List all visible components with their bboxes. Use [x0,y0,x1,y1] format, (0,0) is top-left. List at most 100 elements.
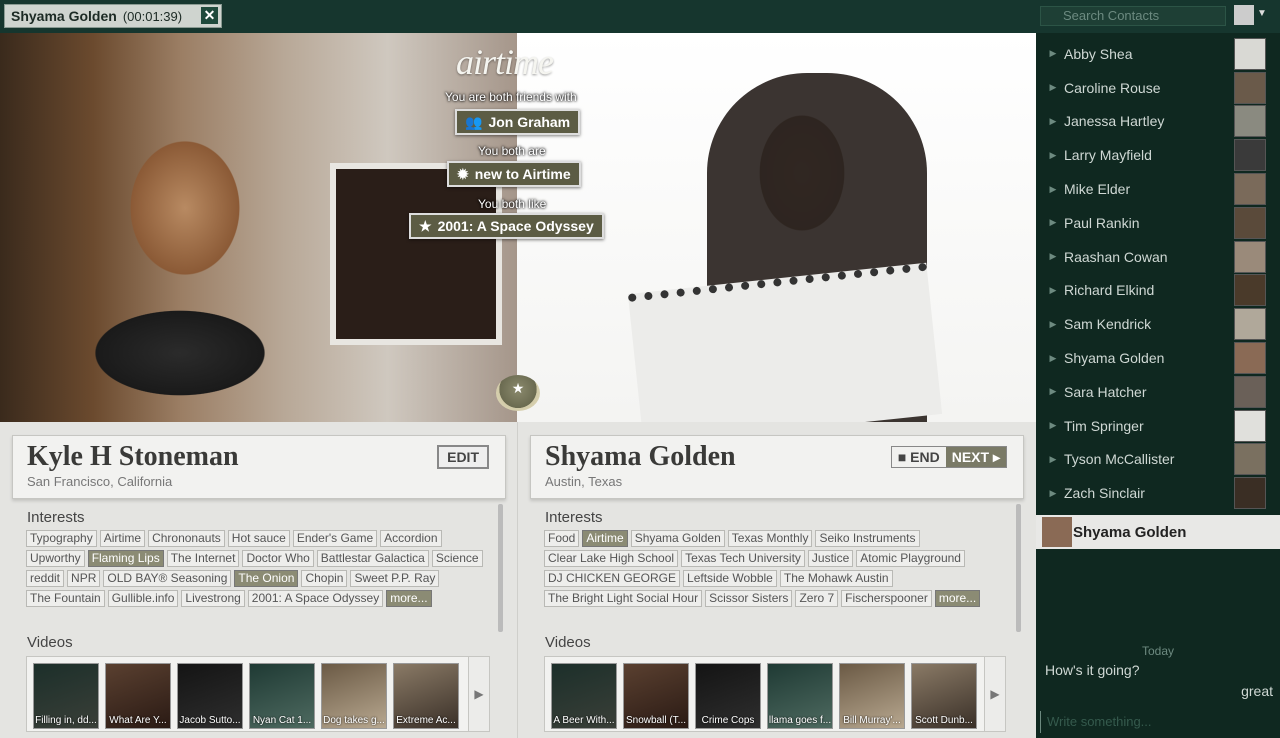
video-thumbnail[interactable]: Dog takes g... [321,663,387,729]
interest-tag[interactable]: Accordion [380,530,442,547]
interest-tag[interactable]: Hot sauce [227,530,290,547]
common-chip-friend[interactable]: 👥 Jon Graham [455,109,581,135]
interest-tag[interactable]: Typography [26,530,97,547]
play-icon[interactable]: ▶ [1042,386,1064,397]
interest-tag[interactable]: Sweet P.P. Ray [350,570,440,587]
contact-name: Raashan Cowan [1064,248,1168,265]
interest-tag[interactable]: Ender's Game [292,530,378,547]
video-thumbnail[interactable]: Bill Murray'... [839,663,905,729]
interest-tag[interactable]: Zero 7 [795,590,839,607]
contact-item[interactable]: ▶ Caroline Rouse [1036,71,1272,105]
next-button[interactable]: NEXT ▸ [945,447,1006,467]
interest-tag[interactable]: The Mohawk Austin [779,570,893,587]
interest-tag[interactable]: Science [431,550,483,567]
video-thumbnail[interactable]: llama goes f... [767,663,833,729]
interest-tag[interactable]: DJ CHICKEN GEORGE [544,570,681,587]
interest-tag[interactable]: reddit [26,570,65,587]
contact-item[interactable]: ▶ Larry Mayfield [1036,138,1272,172]
interest-tag[interactable]: OLD BAY® Seasoning [103,570,232,587]
contact-item[interactable]: ▶ Raashan Cowan [1036,240,1272,274]
play-icon[interactable]: ▶ [1042,420,1064,431]
interest-tag[interactable]: Gullible.info [107,590,179,607]
interest-tag[interactable]: Battlestar Galactica [316,550,429,567]
edit-button[interactable]: EDIT [437,445,489,469]
interest-tag[interactable]: Fischerspooner [841,590,932,607]
video-thumbnail[interactable]: Scott Dunb... [911,663,977,729]
common-chip-like[interactable]: ★ 2001: A Space Odyssey [409,213,604,239]
contact-item[interactable]: ▶ Sam Kendrick [1036,307,1272,341]
contact-item[interactable]: ▶ Mike Elder [1036,172,1272,206]
play-icon[interactable]: ▶ [1042,116,1064,127]
contact-item[interactable]: ▶ Shyama Golden [1036,341,1272,375]
interest-tag[interactable]: The Internet [166,550,240,567]
interest-tag[interactable]: Seiko Instruments [815,530,920,547]
common-chip-new[interactable]: ✹ new to Airtime [447,161,581,187]
interest-tag[interactable]: 2001: A Space Odyssey [247,590,384,607]
play-icon[interactable]: ▶ [1042,150,1064,161]
common-caption-3: You both like [478,197,547,211]
interest-tag[interactable]: Upworthy [26,550,85,567]
play-icon[interactable]: ▶ [1042,82,1064,93]
interest-tag[interactable]: NPR [67,570,101,587]
contact-item[interactable]: ▶ Paul Rankin [1036,206,1272,240]
interest-tag[interactable]: Airtime [582,530,628,547]
scrollbar[interactable] [1016,504,1021,632]
chat-input[interactable]: Write something... [1040,711,1280,733]
play-icon[interactable]: ▶ [1042,184,1064,195]
interest-tag[interactable]: Clear Lake High School [544,550,679,567]
next-arrow-icon[interactable]: ▶ [984,657,1005,731]
contact-item[interactable]: ▶ Tyson McCallister [1036,443,1272,477]
interest-tag[interactable]: Justice [807,550,854,567]
contact-item[interactable]: ▶ Richard Elkind [1036,274,1272,308]
video-thumbnail[interactable]: Nyan Cat 1... [249,663,315,729]
interest-tag[interactable]: Texas Tech University [681,550,805,567]
end-button[interactable]: ■ END [891,447,946,467]
video-thumbnail[interactable]: Extreme Ac... [393,663,459,729]
play-icon[interactable]: ▶ [1042,353,1064,364]
contact-item[interactable]: ▶ Zach Sinclair [1036,476,1272,510]
contact-name: Zach Sinclair [1064,485,1145,502]
interest-tag[interactable]: Airtime [99,530,146,547]
active-call-tab[interactable]: Shyama Golden (00:01:39) ✕ [4,4,222,28]
interest-tag[interactable]: Scissor Sisters [705,590,793,607]
video-thumbnail[interactable]: A Beer With... [551,663,617,729]
video-thumbnail[interactable]: Filling in, dd... [33,663,99,729]
search-input[interactable]: Search Contacts [1040,6,1226,26]
play-icon[interactable]: ▶ [1042,217,1064,228]
video-thumbnail[interactable]: Jacob Sutto... [177,663,243,729]
contact-item[interactable]: ▶ Abby Shea [1036,37,1272,71]
interest-tag[interactable]: The Bright Light Social Hour [544,590,703,607]
next-arrow-icon[interactable]: ▶ [468,657,489,731]
interest-tag[interactable]: The Onion [234,570,299,587]
interest-tag[interactable]: Doctor Who [242,550,314,567]
avatar[interactable] [1234,5,1254,25]
scrollbar[interactable] [498,504,503,632]
contact-item[interactable]: ▶ Janessa Hartley [1036,105,1272,139]
video-thumbnail[interactable]: Snowball (T... [623,663,689,729]
interest-tag[interactable]: Texas Monthly [727,530,813,547]
contact-item[interactable]: ▶ Sara Hatcher [1036,375,1272,409]
interest-tag[interactable]: Food [544,530,580,547]
interest-tag[interactable]: Chopin [301,570,348,587]
play-icon[interactable]: ▶ [1042,319,1064,330]
interest-tag[interactable]: Leftside Wobble [683,570,777,587]
play-icon[interactable]: ▶ [1042,251,1064,262]
chevron-down-icon[interactable]: ▼ [1257,8,1267,19]
interest-tag[interactable]: Atomic Playground [856,550,965,567]
close-icon[interactable]: ✕ [201,7,218,24]
interest-tag[interactable]: Shyama Golden [630,530,725,547]
interest-tag[interactable]: Chrononauts [148,530,225,547]
contact-item[interactable]: ▶ Tim Springer [1036,409,1272,443]
interest-tag[interactable]: Livestrong [181,590,245,607]
play-icon[interactable]: ▶ [1042,285,1064,296]
more-interests-button[interactable]: more... [934,590,981,607]
star-button[interactable]: ★ [496,375,540,411]
more-interests-button[interactable]: more... [386,590,432,607]
video-thumbnail[interactable]: Crime Cops [695,663,761,729]
play-icon[interactable]: ▶ [1042,488,1064,499]
play-icon[interactable]: ▶ [1042,454,1064,465]
play-icon[interactable]: ▶ [1042,48,1064,59]
interest-tag[interactable]: The Fountain [26,590,105,607]
video-thumbnail[interactable]: What Are Y... [105,663,171,729]
interest-tag[interactable]: Flaming Lips [87,550,164,567]
